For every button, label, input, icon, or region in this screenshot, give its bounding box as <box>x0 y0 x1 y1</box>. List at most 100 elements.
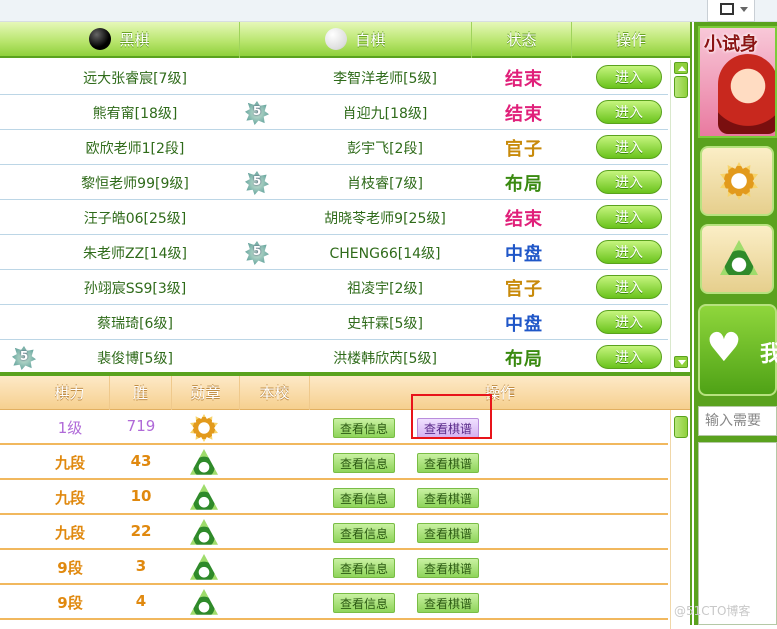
game-status: 结束 <box>505 209 543 230</box>
enter-button[interactable]: 进入 <box>596 275 662 299</box>
triangle-medal-icon <box>190 519 218 545</box>
player-row[interactable]: 九段 10 查看信息 查看棋谱 <box>0 480 668 515</box>
game-status: 官子 <box>505 279 543 300</box>
promo-title: 小试身 <box>704 34 758 55</box>
black-player[interactable]: 黎恒老师99[9级] <box>30 173 240 193</box>
game-status: 中盘 <box>505 244 543 265</box>
enter-button[interactable]: 进入 <box>596 65 662 89</box>
panda-triangle-icon <box>720 240 758 275</box>
player-wins: 4 <box>135 592 147 610</box>
game-row[interactable]: 蔡瑞琦[6级] 史轩霖[5级] 中盘 进入 <box>0 305 668 340</box>
white-player[interactable]: 洪楼韩欣芮[5级] <box>290 348 480 368</box>
level-badge-icon: 5 <box>243 239 271 267</box>
enter-button[interactable]: 进入 <box>596 170 662 194</box>
black-player[interactable]: 远大张睿宸[7级] <box>30 68 240 88</box>
enter-button[interactable]: 进入 <box>596 135 662 159</box>
header-white: 白棋 <box>240 22 472 58</box>
enter-button[interactable]: 进入 <box>596 205 662 229</box>
image-dropdown-button[interactable] <box>707 0 755 22</box>
player-row[interactable]: 九段 22 查看信息 查看棋谱 <box>0 515 668 550</box>
enter-button[interactable]: 进入 <box>596 240 662 264</box>
player-row[interactable]: 1级 719 查看信息 查看棋谱 <box>0 410 668 445</box>
level-badge-icon: 5 <box>243 169 271 197</box>
friend-button[interactable]: ♥ 我 <box>698 304 777 396</box>
header-school: 本校 <box>240 376 310 410</box>
sun-medal-button[interactable] <box>700 146 774 216</box>
view-record-button[interactable]: 查看棋谱 <box>417 488 479 508</box>
white-player[interactable]: CHENG66[14级] <box>290 243 480 263</box>
game-status: 官子 <box>505 139 543 160</box>
black-player[interactable]: 熊宥甯[18级] <box>30 103 240 123</box>
player-rank: 九段 <box>54 524 85 542</box>
white-player[interactable]: 肖迎九[18级] <box>290 103 480 123</box>
panda-sun-icon <box>720 162 758 200</box>
level-badge-icon: 5 <box>243 99 271 127</box>
player-row[interactable]: 9段 3 查看信息 查看棋谱 <box>0 550 668 585</box>
view-info-button[interactable]: 查看信息 <box>333 418 395 438</box>
scroll-thumb[interactable] <box>674 416 688 438</box>
header-operations: 操作 <box>484 384 515 402</box>
black-player[interactable]: 蔡瑞琦[6级] <box>30 313 240 333</box>
search-input[interactable]: 输入需要 <box>698 406 777 436</box>
black-player[interactable]: 裴俊博[5级] <box>30 348 240 368</box>
player-list-panel: 棋力 胜 勋章 本校 操作 1级 719 查看信息 查看棋谱 九段 43 查看信息 查看棋谱九… <box>0 372 692 629</box>
view-record-button[interactable]: 查看棋谱 <box>417 558 479 578</box>
header-strength: 棋力 <box>30 376 110 410</box>
triangle-medal-button[interactable] <box>700 224 774 294</box>
black-player[interactable]: 朱老师ZZ[14级] <box>30 243 240 263</box>
view-info-button[interactable]: 查看信息 <box>333 453 395 473</box>
player-list-header: 棋力 胜 勋章 本校 操作 <box>0 376 690 410</box>
view-record-button[interactable]: 查看棋谱 <box>417 523 479 543</box>
game-row[interactable]: 5 黎恒老师99[9级] 肖枝睿[7级] 布局 进入 <box>0 165 668 200</box>
view-record-button[interactable]: 查看棋谱 <box>417 453 479 473</box>
scroll-down-button[interactable] <box>674 356 688 368</box>
player-rank: 1级 <box>57 419 83 437</box>
player-wins: 43 <box>130 452 152 470</box>
game-row[interactable]: 5 裴俊博[5级] 洪楼韩欣芮[5级] 布局 进入 <box>0 340 668 375</box>
game-list-scrollbar[interactable] <box>670 60 690 372</box>
chevron-down-icon <box>740 7 748 12</box>
black-player[interactable]: 欧欣老师1[2段] <box>30 138 240 158</box>
header-action: 操作 <box>615 31 646 49</box>
view-info-button[interactable]: 查看信息 <box>333 558 395 578</box>
triangle-medal-icon <box>190 589 218 615</box>
view-info-button[interactable]: 查看信息 <box>333 523 395 543</box>
game-row[interactable]: 5 熊宥甯[18级] 肖迎九[18级] 结束 进入 <box>0 95 668 130</box>
game-status: 布局 <box>505 174 543 195</box>
friend-label: 我 <box>760 342 777 367</box>
scroll-thumb[interactable] <box>674 76 688 98</box>
white-player[interactable]: 胡晓苓老师9[25级] <box>290 208 480 228</box>
white-stone-icon <box>325 28 348 50</box>
game-row[interactable]: 汪子皓06[25级] 胡晓苓老师9[25级] 结束 进入 <box>0 200 668 235</box>
enter-button[interactable]: 进入 <box>596 345 662 369</box>
black-player[interactable]: 孙翊宸SS9[3级] <box>30 278 240 298</box>
player-list-scrollbar[interactable] <box>670 410 690 629</box>
game-row[interactable]: 孙翊宸SS9[3级] 祖凌宇[2级] 官子 进入 <box>0 270 668 305</box>
player-row[interactable]: 9段 4 查看信息 查看棋谱 <box>0 585 668 620</box>
white-player[interactable]: 祖凌宇[2级] <box>290 278 480 298</box>
view-info-button[interactable]: 查看信息 <box>333 593 395 613</box>
white-player[interactable]: 彭宇飞[2段] <box>290 138 480 158</box>
view-record-button[interactable]: 查看棋谱 <box>417 593 479 613</box>
enter-button[interactable]: 进入 <box>596 100 662 124</box>
view-info-button[interactable]: 查看信息 <box>333 488 395 508</box>
highlight-box <box>411 394 492 439</box>
scroll-up-button[interactable] <box>674 62 688 74</box>
handshake-heart-icon: ♥ <box>706 325 742 371</box>
promo-banner[interactable]: 小试身 <box>698 26 777 138</box>
triangle-medal-icon <box>190 484 218 510</box>
black-player[interactable]: 汪子皓06[25级] <box>30 208 240 228</box>
player-rank: 9段 <box>57 594 83 612</box>
white-player[interactable]: 史轩霖[5级] <box>290 313 480 333</box>
enter-button[interactable]: 进入 <box>596 310 662 334</box>
header-black: 黑棋 <box>0 22 240 58</box>
triangle-medal-icon <box>190 449 218 475</box>
game-row[interactable]: 5 朱老师ZZ[14级] CHENG66[14级] 中盘 进入 <box>0 235 668 270</box>
image-icon <box>720 3 734 15</box>
game-row[interactable]: 欧欣老师1[2段] 彭宇飞[2段] 官子 进入 <box>0 130 668 165</box>
game-row[interactable]: 远大张睿宸[7级] 李智洋老师[5级] 结束 进入 <box>0 60 668 95</box>
player-row[interactable]: 九段 43 查看信息 查看棋谱 <box>0 445 668 480</box>
white-player[interactable]: 肖枝睿[7级] <box>290 173 480 193</box>
game-list-panel: 黑棋 白棋 状态 操作 远大张睿宸[7级] 李智洋老师[5级] 结束 进入 5 熊宥甯[1… <box>0 22 692 375</box>
white-player[interactable]: 李智洋老师[5级] <box>290 68 480 88</box>
